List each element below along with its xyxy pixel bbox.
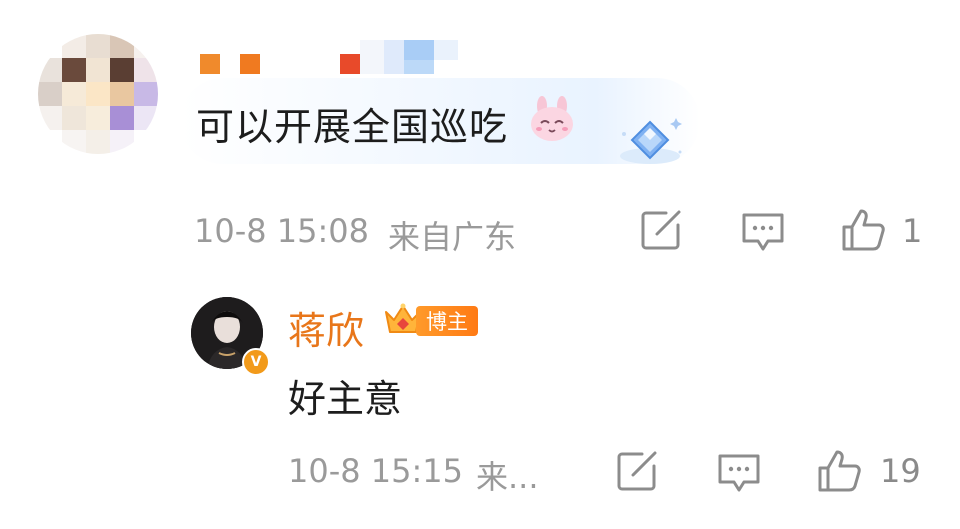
reply-repost-button[interactable] [612, 446, 662, 496]
bunny-emoji-icon [528, 96, 576, 142]
share-edit-icon [641, 210, 681, 250]
comment-timestamp: 10-8 15:08 [194, 212, 370, 250]
reply-comment-button[interactable] [714, 448, 764, 498]
commenter-name-pixelated[interactable] [200, 40, 470, 76]
comment-text: 可以开展全国巡吃 [196, 105, 509, 149]
reply-author-name[interactable]: 蒋欣 [288, 300, 364, 355]
reply-text: 好主意 [288, 377, 403, 421]
diamond-gem-icon [610, 112, 692, 172]
comment-bubble-icon [742, 213, 784, 251]
comment-reply-button[interactable] [738, 207, 788, 257]
reply-location: 来... [476, 458, 539, 496]
reply-like-button[interactable] [814, 446, 864, 496]
comment-like-button[interactable] [838, 205, 888, 255]
comment-bubble-icon [718, 454, 760, 492]
share-edit-icon [617, 451, 657, 491]
verified-badge-icon: V [242, 348, 270, 376]
reply-like-count: 19 [880, 452, 921, 490]
thumbs-up-icon [818, 450, 861, 492]
thumbs-up-icon [842, 209, 885, 251]
comment-like-count: 1 [902, 212, 923, 250]
blogger-badge: 博主 [416, 306, 478, 336]
repost-button[interactable] [636, 205, 686, 255]
commenter-avatar-pixelated[interactable] [38, 34, 158, 154]
reply-timestamp: 10-8 15:15 [288, 452, 464, 490]
comment-location: 来自广东 [388, 218, 517, 256]
